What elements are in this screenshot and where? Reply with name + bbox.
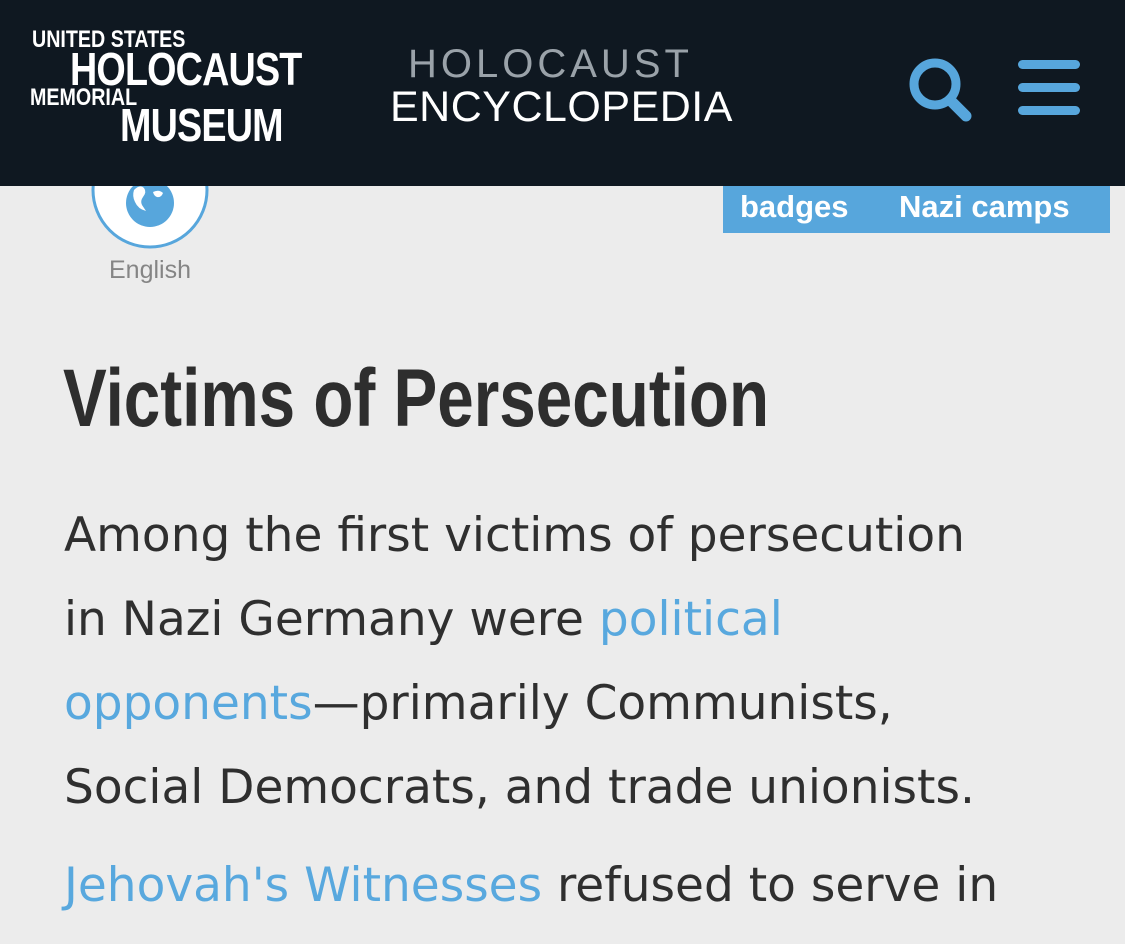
menu-button[interactable] [1010,52,1090,132]
encyclopedia-title[interactable]: HOLOCAUST ENCYCLOPEDIA [390,44,750,129]
search-button[interactable] [902,52,982,132]
political-opponents-link[interactable]: political [599,592,783,647]
museum-logo[interactable]: UNITED STATES HOLOCAUST MEMORIAL MUSEUM [30,22,302,152]
article-line: Jehovah's Witnesses refused to serve in [64,844,1074,928]
logo-line-museum: MUSEUM [120,99,284,151]
site-header: UNITED STATES HOLOCAUST MEMORIAL MUSEUM … [0,0,1125,186]
political-opponents-link-continued[interactable]: opponents [64,676,313,731]
article-text: refused to serve in [542,858,999,913]
jehovahs-witnesses-link[interactable]: Jehovah's Witnesses [64,858,542,913]
article-body: Among the first victims of persecution i… [64,494,1074,914]
article-line: Social Democrats, and trade unionists. [64,746,1074,830]
encyclopedia-title-top: HOLOCAUST [408,42,693,86]
language-label[interactable]: English [90,256,210,285]
article-line: opponents—primarily Communists, [64,662,1074,746]
page-title: Victims of Persecution [63,353,770,444]
article-text: in Nazi Germany were [64,592,599,647]
encyclopedia-title-bottom: ENCYCLOPEDIA [390,83,733,131]
article-line: Among the first victims of persecution [64,494,1074,578]
article-text: Among the first victims of persecution [64,508,965,563]
tag-badges[interactable]: badges [740,187,849,227]
search-icon [909,58,972,122]
article-text: —primarily Communists, [312,676,893,731]
article-line: in Nazi Germany were political [64,578,1074,662]
tag-bar: badges Nazi camps [723,186,1110,233]
article-text: Social Democrats, and trade unionists. [64,760,975,815]
hamburger-menu-icon [1018,60,1080,115]
tag-nazi-camps[interactable]: Nazi camps [899,187,1070,227]
